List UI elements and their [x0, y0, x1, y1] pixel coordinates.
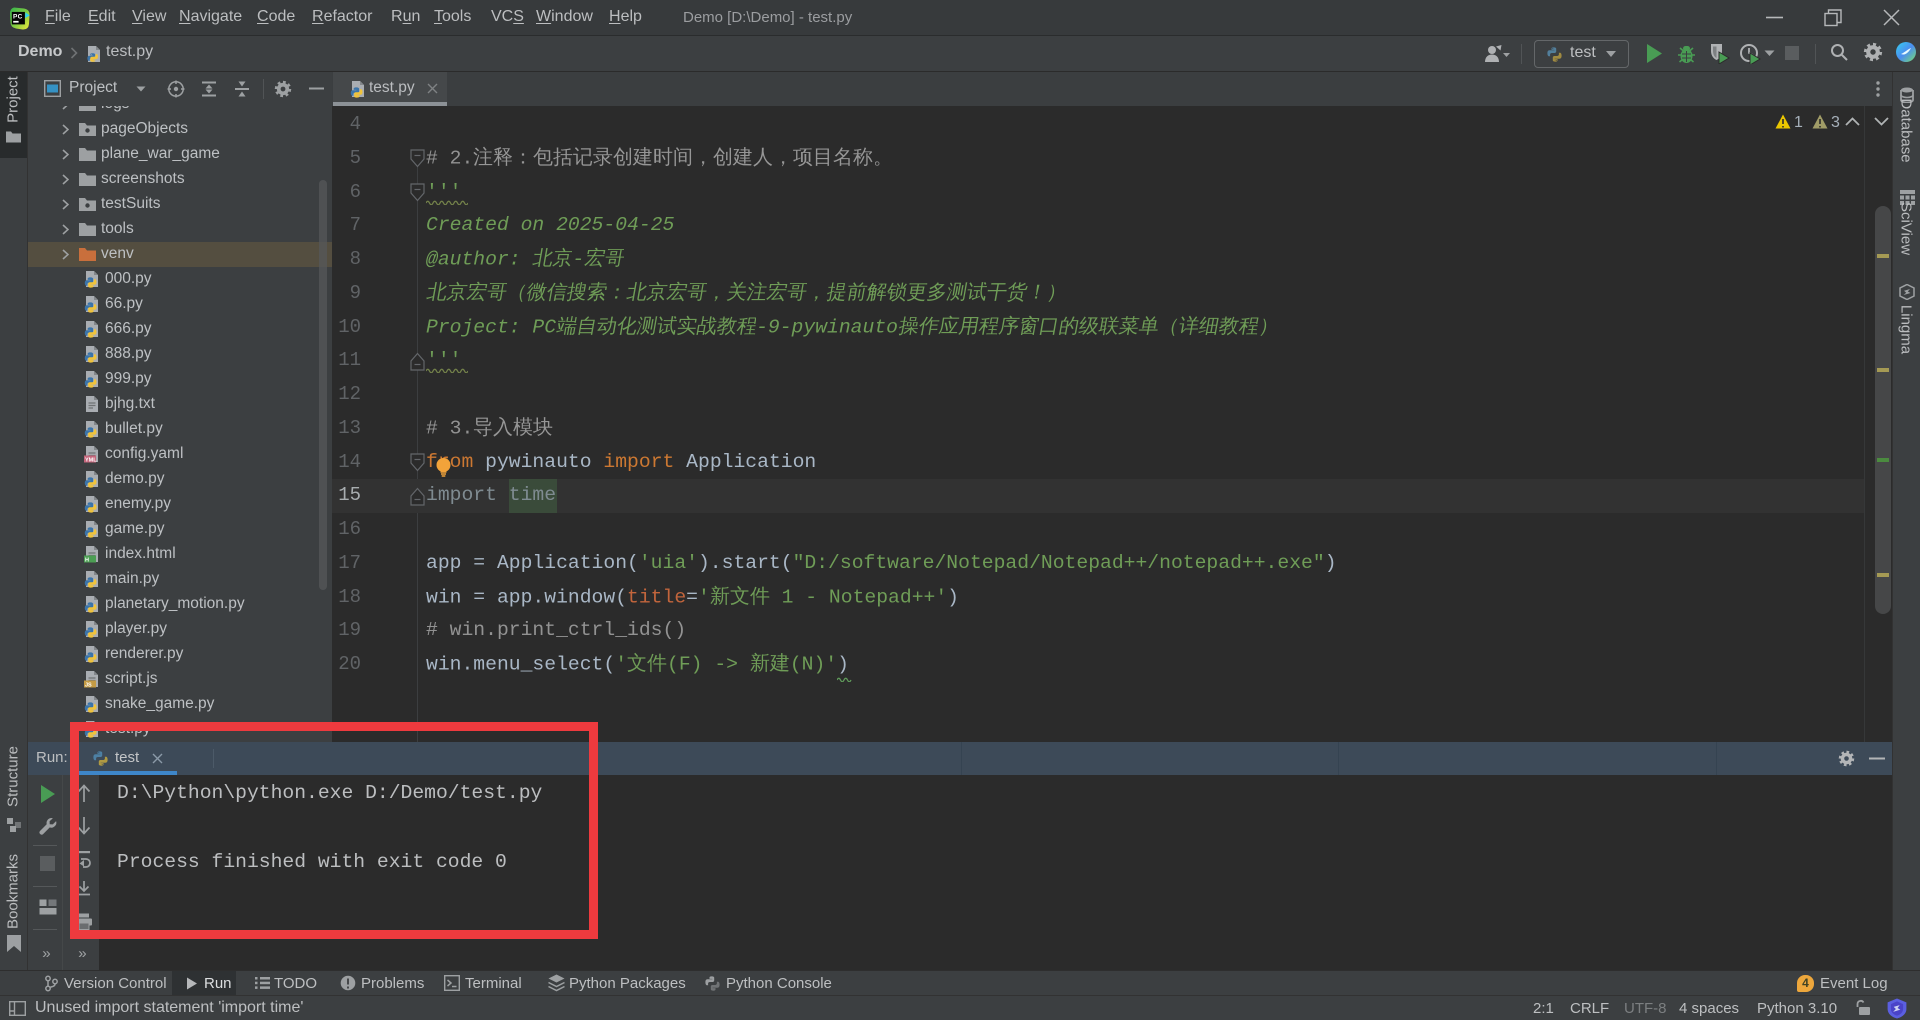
svg-text:H: H [85, 557, 89, 563]
svg-text:JS: JS [85, 682, 92, 688]
svg-text:YML: YML [85, 457, 97, 463]
